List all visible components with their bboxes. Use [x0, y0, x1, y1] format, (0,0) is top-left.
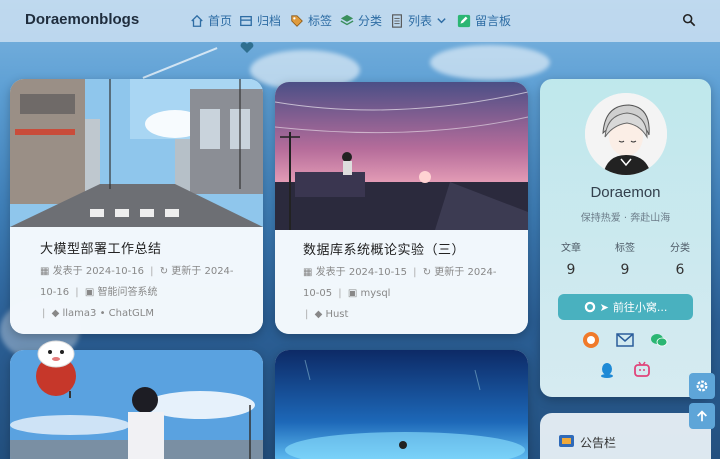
- navbar: Doraemonblogs 首页 归档 标签 分类 列表 留言板: [0, 0, 720, 42]
- nav-item-label: 留言板: [475, 14, 512, 28]
- nav-item-label: 列表: [408, 14, 433, 28]
- nav-item-archive[interactable]: 归档: [239, 12, 281, 29]
- nav-item-home[interactable]: 首页: [190, 12, 232, 29]
- post-cover-image[interactable]: [10, 79, 263, 227]
- stat-label: 分类: [670, 243, 690, 254]
- stat-value: 9: [620, 262, 630, 278]
- category-icon: [340, 14, 354, 25]
- history-icon: ↻: [159, 266, 169, 277]
- qq-icon[interactable]: [598, 361, 616, 379]
- rocket-icon: ➤: [599, 300, 609, 314]
- list-icon: [392, 13, 402, 28]
- post-card[interactable]: 数据库系统概论实验（三） ▦ 发表于 2024-10-15 | ↻ 更新于 20…: [275, 82, 528, 334]
- home-icon: [191, 14, 203, 27]
- nav-item-label: 标签: [308, 14, 333, 28]
- tag-icon: ◆: [314, 309, 323, 320]
- notice-title: 公告栏: [580, 436, 617, 450]
- post-card[interactable]: [275, 350, 528, 459]
- github-icon[interactable]: [582, 331, 600, 349]
- gear-icon: [696, 380, 708, 392]
- stat-label: 文章: [561, 243, 581, 254]
- arrow-up-icon: [697, 410, 707, 422]
- post-tag[interactable]: ChatGLM: [109, 308, 154, 319]
- history-icon: ↻: [422, 267, 432, 278]
- posted-date: 2024-10-15: [348, 267, 407, 278]
- stat-label: 标签: [615, 243, 635, 254]
- posted-date: 2024-10-16: [85, 266, 144, 277]
- heart-icon: [240, 42, 254, 53]
- nav-item-label: 分类: [358, 14, 383, 28]
- folder-icon: ▣: [84, 287, 95, 298]
- mascot-icon: [36, 340, 76, 398]
- nav-item-list[interactable]: 列表: [390, 12, 447, 29]
- tag-icon: •: [99, 308, 106, 319]
- stat-tags[interactable]: 标签 9: [603, 239, 647, 278]
- post-cover-image[interactable]: [275, 350, 528, 459]
- author-name: Doraemon: [590, 184, 661, 201]
- plane-trail: [142, 47, 218, 79]
- stat-categories[interactable]: 分类 6: [658, 239, 702, 278]
- post-tag[interactable]: llama3: [62, 308, 96, 319]
- follow-button-label: 前往小窝...: [612, 301, 668, 314]
- post-tag[interactable]: Hust: [325, 309, 348, 320]
- folder-icon: ▣: [347, 288, 358, 299]
- settings-button[interactable]: [689, 373, 715, 399]
- tag-icon: ◆: [51, 308, 60, 319]
- post-title[interactable]: 数据库系统概论实验（三）: [303, 239, 506, 258]
- nav-item-tags[interactable]: 标签: [290, 12, 332, 29]
- bullhorn-icon: [559, 435, 574, 447]
- post-category[interactable]: 智能问答系统: [97, 287, 157, 298]
- calendar-icon: ▦: [303, 267, 313, 278]
- post-title[interactable]: 大模型部署工作总结: [40, 238, 241, 257]
- back-to-top-button[interactable]: [689, 403, 715, 429]
- mail-icon[interactable]: [616, 331, 634, 349]
- avatar[interactable]: [585, 93, 667, 175]
- tag-icon: [291, 14, 303, 27]
- stat-articles[interactable]: 文章 9: [549, 239, 593, 278]
- search-icon[interactable]: [682, 13, 696, 27]
- github-icon: [584, 301, 595, 313]
- posted-label: 发表于: [315, 267, 346, 278]
- posted-label: 发表于: [52, 266, 83, 277]
- stat-value: 9: [566, 262, 576, 278]
- nav-item-label: 归档: [257, 14, 282, 28]
- nav-item-label: 首页: [208, 14, 233, 28]
- wechat-icon[interactable]: [650, 331, 668, 349]
- calendar-icon: ▦: [40, 266, 50, 277]
- updated-label: 更新于: [171, 266, 202, 277]
- follow-button[interactable]: ➤ 前往小窝...: [558, 294, 693, 320]
- nav-item-categories[interactable]: 分类: [340, 12, 382, 29]
- background-cloud: [430, 45, 550, 80]
- nav-item-guestbook[interactable]: 留言板: [457, 12, 511, 29]
- post-meta: ▦ 发表于 2024-10-15 | ↻ 更新于 2024-10-05 | ▣ …: [303, 267, 497, 320]
- post-card[interactable]: 大模型部署工作总结 ▦ 发表于 2024-10-16 | ↻ 更新于 2024-…: [10, 79, 263, 334]
- updated-label: 更新于: [434, 267, 465, 278]
- guestbook-icon: [457, 14, 471, 27]
- archive-icon: [240, 15, 252, 26]
- stat-value: 6: [675, 262, 685, 278]
- author-description: 保持热爱 · 奔赴山海: [580, 213, 671, 224]
- notice-card: 公告栏: [540, 413, 711, 459]
- avatar-image: [585, 93, 667, 175]
- chevron-down-icon: [437, 18, 446, 24]
- post-meta: ▦ 发表于 2024-10-16 | ↻ 更新于 2024-10-16 | ▣ …: [40, 266, 234, 319]
- bilibili-icon[interactable]: [633, 361, 651, 379]
- post-category[interactable]: mysql: [360, 288, 390, 299]
- site-brand[interactable]: Doraemonblogs: [25, 11, 139, 28]
- post-cover-image[interactable]: [275, 82, 528, 230]
- profile-card: Doraemon 保持热爱 · 奔赴山海 文章 9 标签 9 分类 6 ➤ 前往…: [540, 79, 711, 397]
